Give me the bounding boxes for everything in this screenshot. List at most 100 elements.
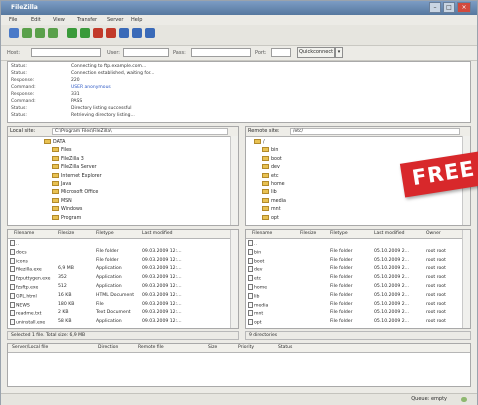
maximize-button[interactable]: □ [443, 2, 455, 13]
col-filename[interactable]: Filename [252, 231, 272, 236]
tree-item[interactable]: MSN [52, 197, 72, 206]
folder-icon [248, 257, 253, 264]
folder-icon [52, 197, 59, 203]
file-row[interactable]: fzsftp.exe 512 Application 09.03.2009 12:..… [8, 283, 231, 291]
col-filename[interactable]: Filename [14, 231, 34, 236]
file-row[interactable]: icons File folder 09.03.2009 12:... [8, 257, 231, 265]
quickconnect-button[interactable]: Quickconnect [297, 47, 335, 58]
tree-item[interactable]: FileZilla Server [52, 164, 97, 172]
user-input[interactable] [123, 48, 169, 57]
log-key: Command: [11, 85, 36, 90]
reconnect-icon[interactable] [119, 28, 129, 38]
minimize-button[interactable]: – [429, 2, 441, 13]
site-manager-icon[interactable] [9, 28, 19, 38]
local-path-input[interactable]: C:\Program Files\FileZilla\ [52, 128, 228, 135]
file-row[interactable]: mnt File folder 05.10.2009 2... root root [246, 309, 463, 317]
file-row[interactable]: home File folder 05.10.2009 2... root root [246, 283, 463, 291]
file-row[interactable]: opt File folder 05.10.2009 2... root root [246, 318, 463, 326]
file-row[interactable]: uninstall.exe 58 KB Application 09.03.2009 … [8, 318, 231, 326]
file-row[interactable]: dev File folder 05.10.2009 2... root root [246, 265, 463, 273]
col-filetype[interactable]: Filetype [330, 231, 348, 236]
cell-text: 09.03.2009 12:... [142, 292, 182, 298]
process-queue-icon[interactable] [80, 28, 90, 38]
quickconnect-dropdown[interactable]: ▾ [335, 47, 343, 58]
message-log[interactable]: Status: Connecting to ftp.example.com... S… [7, 61, 471, 123]
cell-text: 58 KB [58, 319, 72, 325]
col-last-modified[interactable]: Last modified [142, 231, 173, 236]
col-direction[interactable]: Direction [98, 345, 118, 350]
filter-icon[interactable] [132, 28, 142, 38]
folder-icon [262, 147, 269, 153]
menu-file[interactable]: File [9, 17, 17, 23]
menu-edit[interactable]: Edit [31, 17, 41, 23]
tree-item[interactable]: Program [52, 214, 81, 223]
remote-path-input[interactable]: /etc/ [290, 128, 460, 135]
password-input[interactable] [191, 48, 251, 57]
cell-owner: root root [426, 302, 446, 307]
file-row[interactable]: filezilla.exe 6,9 MB Application 09.03.2009… [8, 265, 231, 273]
tree-item[interactable]: lib [262, 189, 277, 197]
col-filesize[interactable]: Filesize [58, 231, 74, 236]
file-row[interactable]: .. [246, 239, 463, 247]
file-icon [10, 266, 15, 273]
menu-view[interactable]: View [53, 17, 65, 23]
cell-date: 05.10.2009 2... [374, 284, 409, 289]
col-priority[interactable]: Priority [238, 345, 254, 350]
tree-item[interactable]: Files [52, 147, 72, 155]
tree-item[interactable]: Windows [52, 206, 82, 214]
file-row[interactable]: .. [8, 239, 231, 247]
host-input[interactable] [31, 48, 101, 57]
col-status[interactable]: Status [278, 345, 292, 350]
tree-item[interactable]: Internet Explorer [52, 172, 102, 181]
file-row[interactable]: GPL.html 16 KB HTML Document 09.03.2009 12:… [8, 292, 231, 300]
cancel-icon[interactable] [93, 28, 103, 38]
tree-item-label: dev [271, 165, 280, 171]
tree-item[interactable]: mnt [262, 206, 281, 214]
tree-item[interactable]: media [262, 197, 286, 206]
menu-transfer[interactable]: Transfer [77, 17, 97, 23]
file-row[interactable]: readme.txt 2 KB Text Document 09.03.2009 12… [8, 309, 231, 317]
local-tree-scrollbar[interactable] [230, 136, 238, 225]
tree-item[interactable]: DATA [44, 139, 65, 147]
col-owner[interactable]: Owner [426, 231, 441, 236]
toggle-tree-icon[interactable] [35, 28, 45, 38]
tree-item[interactable]: Java [52, 181, 71, 189]
tree-item[interactable]: FileZilla 3 [52, 155, 84, 164]
toggle-remote-icon[interactable] [48, 28, 58, 38]
col-size[interactable]: Size [208, 345, 217, 350]
file-row[interactable]: etc File folder 05.10.2009 2... root root [246, 274, 463, 282]
file-row[interactable]: lib File folder 05.10.2009 2... root root [246, 292, 463, 300]
tree-item[interactable]: bin [262, 147, 278, 155]
tree-item[interactable]: / [254, 139, 265, 147]
tree-item[interactable]: dev [262, 164, 280, 172]
file-row[interactable]: boot File folder 05.10.2009 2... root root [246, 257, 463, 265]
file-row[interactable]: fzputtygen.exe 352 Application 09.03.2009 1… [8, 274, 231, 282]
file-row[interactable]: NEWS 180 KB File 09.03.2009 12:... [8, 301, 231, 309]
tree-item[interactable]: etc [262, 172, 278, 181]
tree-item[interactable]: Microsoft Office [52, 189, 98, 197]
tree-item[interactable]: boot [262, 155, 282, 164]
remote-list-scrollbar[interactable] [462, 230, 470, 328]
cell-text: icons [16, 259, 28, 265]
disconnect-icon[interactable] [106, 28, 116, 38]
file-row[interactable]: docs File folder 09.03.2009 12:... [8, 248, 231, 256]
transfer-queue[interactable]: Server/Local file Direction Remote file … [7, 343, 471, 387]
col-remote-file[interactable]: Remote file [138, 345, 164, 350]
col-filesize[interactable]: Filesize [300, 231, 316, 236]
search-icon[interactable] [145, 28, 155, 38]
tree-item[interactable]: home [262, 181, 285, 189]
col-last-modified[interactable]: Last modified [374, 231, 405, 236]
local-list-scrollbar[interactable] [230, 230, 238, 328]
menu-server[interactable]: Server [107, 17, 123, 23]
tree-item[interactable]: opt [262, 214, 279, 223]
file-row[interactable]: media File folder 05.10.2009 2... root root [246, 301, 463, 309]
col-filetype[interactable]: Filetype [96, 231, 114, 236]
port-input[interactable] [271, 48, 291, 57]
menu-help[interactable]: Help [131, 17, 142, 23]
file-row[interactable]: bin File folder 05.10.2009 2... root root [246, 248, 463, 256]
refresh-icon[interactable] [67, 28, 77, 38]
col-server-local-file[interactable]: Server/Local file [12, 345, 48, 350]
close-button[interactable]: × [457, 2, 471, 13]
tree-item-label: DATA [53, 140, 66, 145]
toggle-log-icon[interactable] [22, 28, 32, 38]
